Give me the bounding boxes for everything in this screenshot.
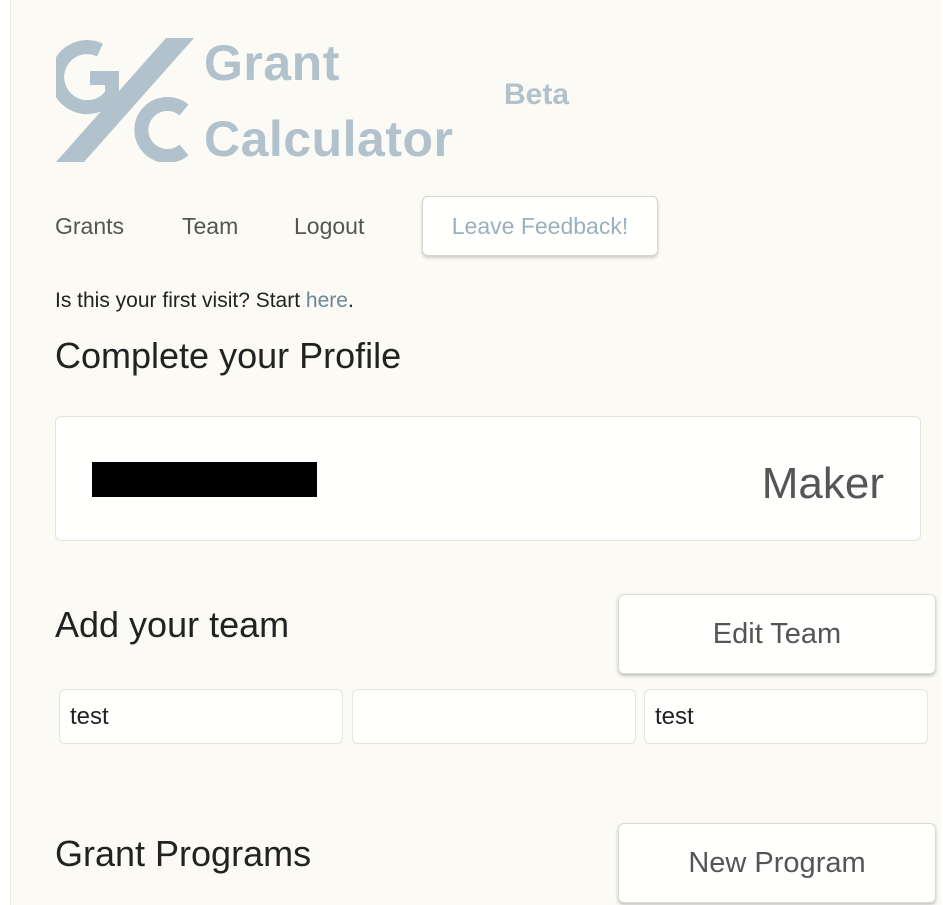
nav-link-grants[interactable]: Grants bbox=[55, 210, 124, 242]
page: Grant Calculator Beta Grants Team Logout… bbox=[10, 0, 941, 905]
profile-role: Maker bbox=[761, 459, 884, 508]
start-here-link[interactable]: here bbox=[306, 289, 348, 312]
add-team-heading: Add your team bbox=[55, 604, 290, 645]
team-member-field-1[interactable] bbox=[59, 689, 343, 744]
leave-feedback-button[interactable]: Leave Feedback! bbox=[422, 196, 658, 256]
first-visit-suffix: . bbox=[347, 289, 354, 312]
profile-card[interactable]: Maker bbox=[55, 416, 921, 541]
grant-calculator-logo[interactable]: Grant Calculator Beta bbox=[56, 30, 616, 170]
grant-programs-heading: Grant Programs bbox=[55, 833, 312, 874]
logo-text-grant: Grant bbox=[204, 35, 340, 91]
team-member-field-2[interactable] bbox=[352, 689, 636, 744]
complete-profile-heading: Complete your Profile bbox=[55, 335, 402, 376]
redacted-name-block bbox=[92, 462, 317, 497]
nav-link-logout[interactable]: Logout bbox=[294, 210, 364, 242]
first-visit-text: Is this your first visit? Start bbox=[55, 289, 306, 312]
logo-text-calculator: Calculator bbox=[204, 111, 454, 167]
first-visit-message: Is this your first visit? Start here. bbox=[55, 289, 354, 313]
gc-logo-mark-icon bbox=[56, 38, 194, 162]
nav-link-team[interactable]: Team bbox=[182, 210, 238, 242]
team-member-field-3[interactable] bbox=[644, 689, 928, 744]
beta-badge: Beta bbox=[504, 78, 570, 111]
new-program-button[interactable]: New Program bbox=[618, 823, 936, 903]
edit-team-button[interactable]: Edit Team bbox=[618, 594, 936, 674]
